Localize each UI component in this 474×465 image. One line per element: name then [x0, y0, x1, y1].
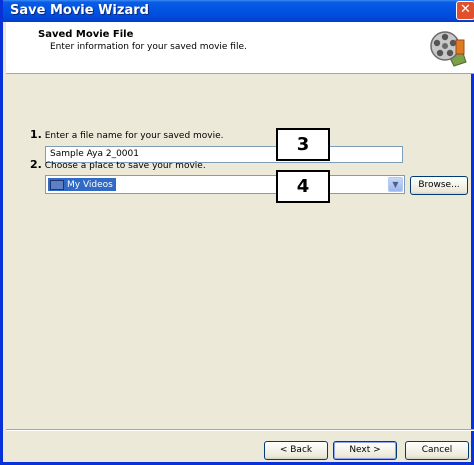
callout-3: 3	[276, 128, 330, 161]
step2-label: 2. Choose a place to save your movie.	[30, 158, 206, 171]
folder-icon	[50, 179, 64, 190]
browse-button[interactable]: Browse...	[410, 176, 468, 195]
selected-location-label: My Videos	[67, 179, 113, 190]
back-button[interactable]: < Back	[264, 441, 328, 460]
film-reel-icon	[430, 31, 467, 67]
step1-text: Enter a file name for your saved movie.	[44, 131, 224, 141]
chevron-down-icon[interactable]: ▼	[388, 177, 403, 192]
footer-divider	[6, 429, 474, 431]
cancel-button[interactable]: Cancel	[405, 441, 469, 460]
selected-location: My Videos	[48, 178, 116, 191]
header-subtitle: Enter information for your saved movie f…	[50, 42, 247, 52]
window-title: Save Movie Wizard	[10, 3, 149, 18]
step2-text: Choose a place to save your movie.	[44, 161, 206, 171]
step2-number: 2.	[30, 158, 42, 171]
callout-4: 4	[276, 170, 330, 203]
close-button[interactable]: ✕	[456, 1, 474, 20]
title-bar[interactable]: Save Movie Wizard ✕	[3, 0, 474, 22]
save-location-dropdown[interactable]: My Videos ▼	[45, 175, 405, 194]
step1-number: 1.	[30, 128, 42, 141]
step1-label: 1. Enter a file name for your saved movi…	[30, 128, 224, 141]
next-button[interactable]: Next >	[333, 441, 397, 460]
header-title: Saved Movie File	[38, 29, 134, 40]
wizard-header: Saved Movie File Enter information for y…	[6, 22, 474, 74]
save-movie-wizard-window: Save Movie Wizard ✕ Saved Movie File Ent…	[0, 0, 474, 465]
